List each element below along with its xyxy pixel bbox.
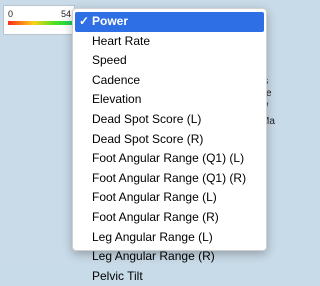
- legend-gradient-bar: [8, 21, 72, 25]
- menu-item-leg-angular-range-l[interactable]: Leg Angular Range (L): [73, 228, 266, 248]
- menu-item-foot-angular-range-l[interactable]: Foot Angular Range (L): [73, 188, 266, 208]
- color-legend: 0 54: [3, 5, 75, 35]
- menu-item-label: Foot Angular Range (L): [92, 190, 217, 205]
- menu-item-label: Leg Angular Range (L): [92, 229, 213, 244]
- menu-item-label: Dead Spot Score (L): [92, 111, 202, 126]
- menu-item-label: Power: [92, 14, 129, 28]
- menu-item-foot-angular-range-q1-r[interactable]: Foot Angular Range (Q1) (R): [73, 169, 266, 189]
- menu-item-label: Foot Angular Range (Q1) (L): [92, 151, 245, 166]
- menu-item-cadence[interactable]: Cadence: [73, 71, 266, 91]
- menu-item-pelvic-tilt[interactable]: Pelvic Tilt: [73, 267, 266, 286]
- menu-item-heart-rate[interactable]: Heart Rate: [73, 32, 266, 52]
- menu-item-label: Pelvic Tilt: [92, 268, 143, 283]
- legend-max-value: 54: [61, 9, 72, 19]
- menu-item-label: Heart Rate: [92, 33, 151, 48]
- menu-item-foot-angular-range-q1-l[interactable]: Foot Angular Range (Q1) (L): [73, 149, 266, 169]
- checkmark-icon: ✓: [79, 14, 90, 28]
- menu-item-label: Foot Angular Range (Q1) (R): [92, 170, 247, 185]
- menu-item-label: Foot Angular Range (R): [92, 209, 219, 224]
- menu-item-label: Elevation: [92, 92, 142, 107]
- menu-item-dead-spot-score-r[interactable]: Dead Spot Score (R): [73, 130, 266, 150]
- menu-item-elevation[interactable]: Elevation: [73, 90, 266, 110]
- menu-item-dead-spot-score-l[interactable]: Dead Spot Score (L): [73, 110, 266, 130]
- menu-item-label: Leg Angular Range (R): [92, 249, 215, 264]
- metric-dropdown-menu[interactable]: ✓ Power Heart Rate Speed Cadence Elevati…: [72, 8, 267, 283]
- menu-item-label: Cadence: [92, 72, 141, 87]
- menu-item-label: Dead Spot Score (R): [92, 131, 204, 146]
- menu-item-power[interactable]: ✓ Power: [75, 12, 264, 32]
- menu-item-speed[interactable]: Speed: [73, 51, 266, 71]
- menu-item-label: Speed: [92, 53, 127, 68]
- legend-min-value: 0: [8, 9, 14, 19]
- menu-item-foot-angular-range-r[interactable]: Foot Angular Range (R): [73, 208, 266, 228]
